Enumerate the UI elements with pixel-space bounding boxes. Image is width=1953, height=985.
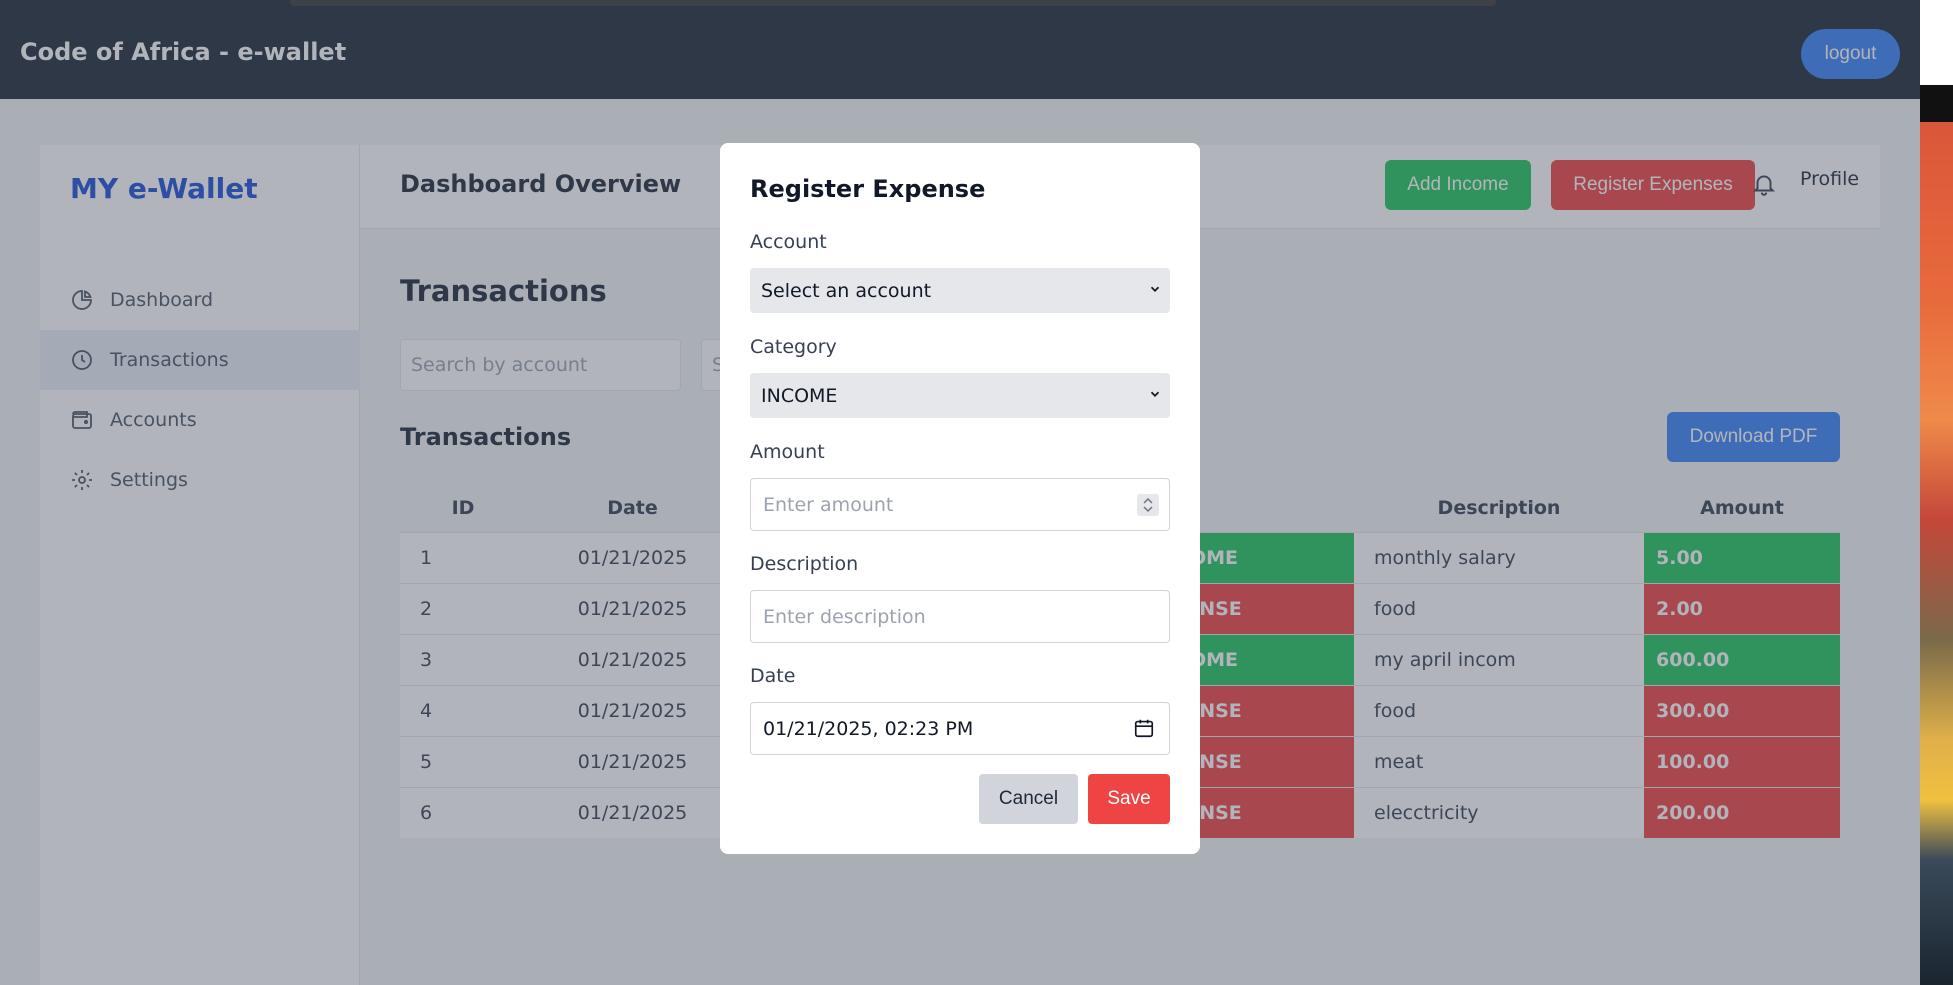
date-input[interactable]: 01/21/2025, 02:23 PM [750, 702, 1170, 755]
category-select[interactable]: INCOME [750, 373, 1170, 418]
description-input[interactable]: Enter description [750, 590, 1170, 643]
date-label: Date [750, 665, 796, 687]
amount-placeholder: Enter amount [763, 493, 894, 516]
account-select-value: Select an account [761, 279, 932, 302]
chevron-down-icon [1150, 286, 1160, 292]
category-select-value: INCOME [761, 384, 838, 407]
desktop-wallpaper-strip [1920, 0, 1953, 985]
amount-input[interactable]: Enter amount [750, 478, 1170, 531]
description-placeholder: Enter description [763, 605, 926, 628]
account-select[interactable]: Select an account [750, 268, 1170, 313]
amount-label: Amount [750, 441, 825, 463]
description-label: Description [750, 553, 859, 575]
calendar-icon[interactable] [1133, 717, 1155, 739]
number-spinner-icon[interactable] [1137, 494, 1159, 516]
account-label: Account [750, 231, 827, 253]
modal-title: Register Expense [750, 175, 986, 203]
cancel-button[interactable]: Cancel [979, 774, 1078, 824]
chevron-down-icon [1150, 391, 1160, 397]
save-button[interactable]: Save [1088, 774, 1170, 824]
date-value: 01/21/2025, 02:23 PM [763, 717, 974, 740]
register-expense-modal: Register Expense Account Select an accou… [720, 143, 1200, 854]
category-label: Category [750, 336, 837, 358]
